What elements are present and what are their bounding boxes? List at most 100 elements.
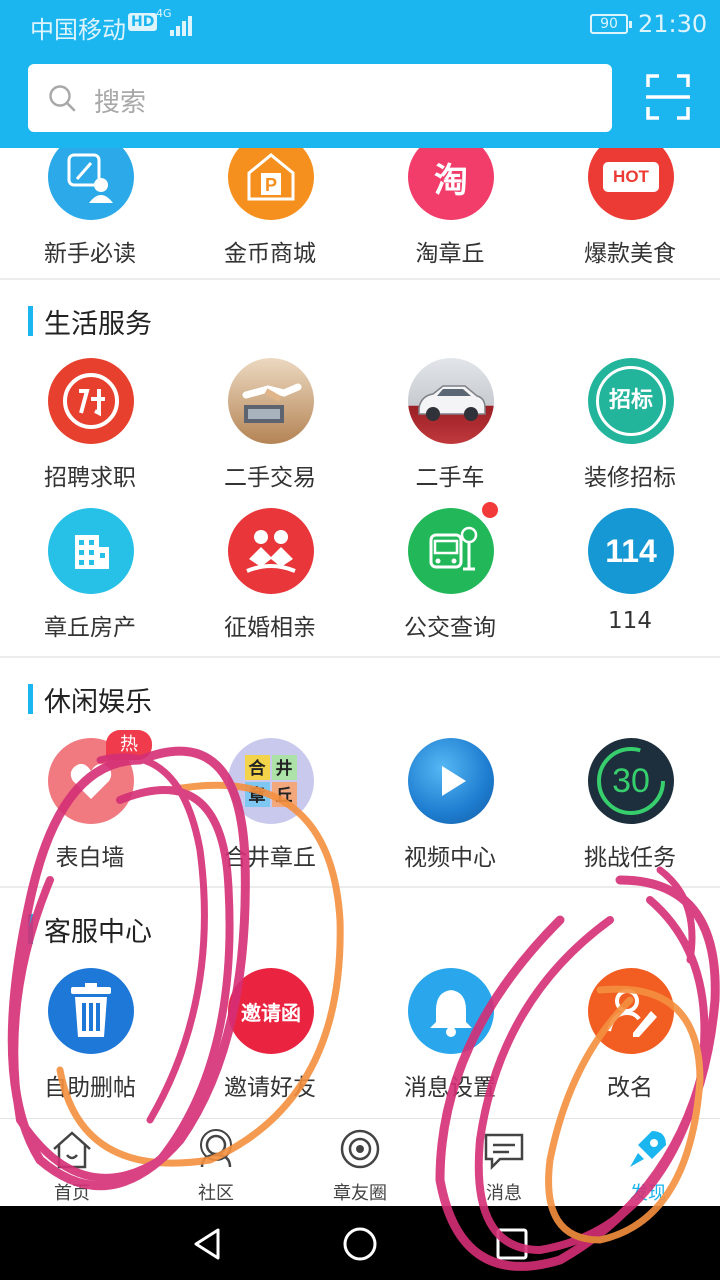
support-label: 改名 xyxy=(607,1075,653,1101)
service-used-car[interactable]: 二手车 xyxy=(360,358,540,498)
timer-value: 30 xyxy=(612,761,650,800)
leisure-label: 视频中心 xyxy=(404,845,496,871)
parking-mall-icon: P xyxy=(228,148,314,220)
shortcut-label: 淘章丘 xyxy=(415,241,485,267)
svg-text:井: 井 xyxy=(276,758,293,779)
shortcut-taobao[interactable]: 淘 淘章丘 xyxy=(360,148,540,274)
section-title-text: 休闲娱乐 xyxy=(44,687,152,718)
dating-icon xyxy=(228,508,314,594)
bottom-nav: 首页 社区 章友圈 消息 发现 xyxy=(0,1118,720,1206)
support-invite[interactable]: 邀请函 邀请好友 xyxy=(180,968,360,1108)
hot-badge: 热 xyxy=(106,730,152,760)
service-center-row: 自助删帖 邀请函 邀请好友 消息设置 改名 xyxy=(0,968,720,1108)
leisure-merge-game[interactable]: 合井章丘 合井章丘 xyxy=(180,738,360,878)
nav-label: 社区 xyxy=(198,1183,234,1204)
service-label: 公交查询 xyxy=(404,615,496,641)
merge-game-icon: 合井章丘 xyxy=(228,738,314,824)
recent-apps-icon[interactable] xyxy=(492,1224,532,1264)
hot-label: HOT xyxy=(603,162,659,192)
phone-114-icon: 114 xyxy=(588,508,674,594)
service-label: 招聘求职 xyxy=(44,465,136,491)
section-bar xyxy=(28,306,33,336)
svg-text:丘: 丘 xyxy=(276,786,293,806)
notification-dot xyxy=(482,502,498,518)
home-icon xyxy=(53,1131,91,1169)
leisure-label: 表白墙 xyxy=(55,845,125,871)
support-label: 消息设置 xyxy=(404,1075,496,1101)
shortcut-label: 爆款美食 xyxy=(584,241,676,267)
support-notifications[interactable]: 消息设置 xyxy=(360,968,540,1108)
challenge-timer-icon: 30 xyxy=(588,738,674,824)
service-label: 装修招标 xyxy=(584,465,676,491)
life-services-row-2: 章丘房产 征婚相亲 公交查询 114 114 xyxy=(0,502,720,648)
service-label: 章丘房产 xyxy=(44,615,136,641)
header: 中国移动 HD 4G 90 21:30 搜索 xyxy=(0,0,720,148)
guide-icon xyxy=(48,148,134,220)
discover-rocket-icon xyxy=(630,1131,666,1167)
bidding-glyph: 招标 xyxy=(596,366,666,436)
nav-label: 章友圈 xyxy=(333,1183,387,1204)
support-delete-post[interactable]: 自助删帖 xyxy=(0,968,180,1108)
service-bus[interactable]: 公交查询 xyxy=(360,502,540,648)
home-circle-icon[interactable] xyxy=(340,1224,380,1264)
divider xyxy=(0,886,720,888)
nav-label: 首页 xyxy=(54,1183,90,1204)
building-icon xyxy=(48,508,134,594)
nav-home[interactable]: 首页 xyxy=(0,1119,144,1207)
scan-icon[interactable] xyxy=(646,74,690,120)
app-screen: 中国移动 HD 4G 90 21:30 搜索 新手必读 P 金币商城 淘 淘章丘… xyxy=(0,0,720,1280)
status-time: 21:30 xyxy=(638,10,708,38)
leisure-challenge[interactable]: 30 挑战任务 xyxy=(540,738,720,878)
service-bidding[interactable]: 招标 装修招标 xyxy=(540,358,720,498)
divider xyxy=(0,278,720,280)
hot-food-icon: HOT xyxy=(588,148,674,220)
nav-label: 发现 xyxy=(630,1183,666,1204)
search-input[interactable]: 搜索 xyxy=(28,64,612,132)
service-label: 二手交易 xyxy=(224,465,316,491)
play-video-icon xyxy=(408,738,494,824)
friends-circle-icon xyxy=(340,1129,380,1169)
support-label: 邀请好友 xyxy=(224,1075,316,1101)
service-second-hand[interactable]: 二手交易 xyxy=(180,358,360,498)
handshake-icon xyxy=(228,358,314,444)
svg-text:P: P xyxy=(265,175,277,195)
bidding-icon: 招标 xyxy=(588,358,674,444)
service-label: 二手车 xyxy=(415,465,485,491)
bus-icon xyxy=(408,508,494,594)
search-icon xyxy=(49,85,76,112)
leisure-confession-wall[interactable]: 热 表白墙 xyxy=(0,730,180,878)
support-label: 自助删帖 xyxy=(44,1075,136,1101)
back-icon[interactable] xyxy=(188,1224,228,1264)
system-nav-bar xyxy=(0,1206,720,1280)
leisure-label: 合井章丘 xyxy=(224,845,316,871)
trash-icon xyxy=(48,968,134,1054)
service-114[interactable]: 114 114 xyxy=(540,508,720,648)
nav-messages[interactable]: 消息 xyxy=(432,1119,576,1207)
battery-icon: 90 xyxy=(590,14,632,34)
service-label: 114 xyxy=(608,608,652,634)
bell-icon xyxy=(408,968,494,1054)
top-shortcuts-row: 新手必读 P 金币商城 淘 淘章丘 HOT 爆款美食 xyxy=(0,148,720,274)
svg-text:合: 合 xyxy=(249,758,267,779)
community-icon xyxy=(200,1129,232,1168)
shortcut-label: 新手必读 xyxy=(44,241,136,267)
invite-icon: 邀请函 xyxy=(228,968,314,1054)
shortcut-guide[interactable]: 新手必读 xyxy=(0,148,180,274)
support-rename[interactable]: 改名 xyxy=(540,968,720,1108)
divider xyxy=(0,656,720,658)
shortcut-label: 金币商城 xyxy=(224,241,316,267)
rename-icon xyxy=(588,968,674,1054)
search-placeholder: 搜索 xyxy=(94,88,147,118)
carrier-name: 中国移动 xyxy=(30,16,126,44)
shortcut-hot-food[interactable]: HOT 爆款美食 xyxy=(540,148,720,274)
shortcut-mall[interactable]: P 金币商城 xyxy=(180,148,360,274)
service-label: 征婚相亲 xyxy=(224,615,316,641)
nav-discover[interactable]: 发现 xyxy=(576,1119,720,1207)
nav-label: 消息 xyxy=(486,1183,522,1204)
leisure-video[interactable]: 视频中心 xyxy=(360,738,540,878)
nav-community[interactable]: 社区 xyxy=(144,1119,288,1207)
nav-friends-circle[interactable]: 章友圈 xyxy=(288,1119,432,1207)
service-housing[interactable]: 章丘房产 xyxy=(0,508,180,648)
service-recruit[interactable]: 招聘求职 xyxy=(0,358,180,498)
service-dating[interactable]: 征婚相亲 xyxy=(180,508,360,648)
